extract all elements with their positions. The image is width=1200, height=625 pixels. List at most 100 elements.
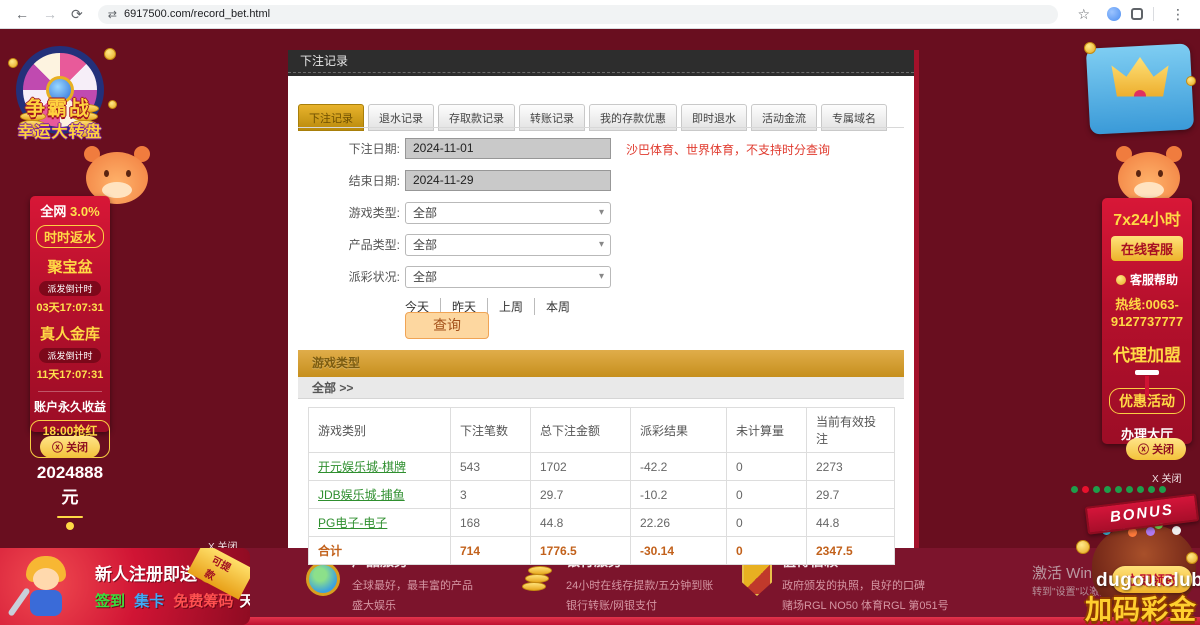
end-date-label: 结束日期: <box>324 170 400 192</box>
table-row: 开元娱乐城-棋牌 543 1702 -42.2 0 2273 <box>309 453 895 481</box>
coin-icon <box>1084 42 1096 54</box>
cell: 0 <box>727 509 807 537</box>
countdown-label: 派发倒计时 <box>39 348 100 363</box>
divider <box>298 127 904 128</box>
footer-line: 银行转账/网银支付 <box>566 597 713 613</box>
forward-icon[interactable]: → <box>43 6 57 22</box>
signup-bonus-banner[interactable]: 新人注册即送 17 元 签到 集卡 免费筹码 天天领 可提款 <box>0 548 250 625</box>
col-total-bet: 总下注金额 <box>531 408 631 453</box>
bet-record-panel: 下注记录 下注记录 退水记录 存取款记录 转账记录 我的存款优惠 即时退水 活动… <box>288 50 914 548</box>
footer-line: 盛大娱乐 <box>352 597 473 613</box>
col-payout-result: 派彩结果 <box>631 408 727 453</box>
table-row: JDB娱乐城-捕鱼 3 29.7 -10.2 0 29.7 <box>309 481 895 509</box>
countdown-label: 派发倒计时 <box>39 281 100 296</box>
account-earnings-label: 账户永久收益 <box>34 398 106 415</box>
close-rebate-banner-button[interactable]: ⓧ 关闭 <box>40 436 100 458</box>
rebate-promo-banner[interactable]: 全网 3.0% 时时返水 聚宝盆 派发倒计时 03天17:07:31 真人金库 … <box>30 196 110 432</box>
chevron-down-icon: ▾ <box>599 267 604 287</box>
table-total-row: 合计 714 1776.5 -30.14 0 2347.5 <box>309 537 895 565</box>
battle-event-title[interactable]: 争霸战 <box>0 92 116 121</box>
back-icon[interactable]: ← <box>15 6 29 22</box>
filter-all-link[interactable]: 全部 >> <box>298 377 904 399</box>
online-service-button[interactable]: 在线客服 <box>1111 236 1183 261</box>
cell: 714 <box>451 537 531 565</box>
footer-line: 政府颁发的执照，良好的口碑 <box>782 577 949 593</box>
product-type-label: 产品类型: <box>324 234 400 256</box>
cell: 543 <box>451 453 531 481</box>
battle-event-banner[interactable] <box>1082 42 1198 142</box>
coins-icon <box>522 562 558 598</box>
sports-query-note: 沙巴体育、世界体育，不支持时分查询 <box>626 141 830 158</box>
game-category-link[interactable]: PG电子-电子 <box>318 516 387 530</box>
query-button[interactable]: 查询 <box>405 312 489 339</box>
countdown-timer: 03天17:07:31 <box>36 299 103 315</box>
treasure-pot-title: 聚宝盆 <box>47 256 92 277</box>
start-date-label: 下注日期: <box>324 138 400 160</box>
site-settings-icon[interactable]: ⇄ <box>108 8 117 21</box>
content-scroll-edge[interactable] <box>914 50 919 548</box>
pager-dot[interactable] <box>1126 486 1133 493</box>
payout-status-select[interactable]: 全部 ▾ <box>405 266 611 288</box>
col-valid-bets: 当前有效投注 <box>807 408 895 453</box>
countdown-timer: 11天17:07:31 <box>37 366 104 382</box>
footer-line: 全球最好，最丰富的产品 <box>352 577 473 593</box>
customer-service-banner[interactable]: 7x24小时 在线客服 客服帮助 热线:0063- 9127737777 代理加… <box>1102 198 1192 444</box>
cell: -10.2 <box>631 481 727 509</box>
pager-dot[interactable] <box>1071 486 1078 493</box>
translate-globe-icon[interactable] <box>1107 7 1121 21</box>
pager-dot[interactable] <box>1137 486 1144 493</box>
col-uncounted: 未计算量 <box>727 408 807 453</box>
bet-summary-table: 游戏类别 下注笔数 总下注金额 派彩结果 未计算量 当前有效投注 开元娱乐城-棋… <box>308 407 895 565</box>
cell: 2347.5 <box>807 537 895 565</box>
hotline-number: 9127737777 <box>1111 314 1183 329</box>
red-envelope-image <box>57 516 83 518</box>
selected-value: 全部 <box>413 238 437 252</box>
section-header-game-type: 游戏类型 <box>298 350 904 377</box>
service-hours-label: 7x24小时 <box>1113 206 1181 230</box>
pager-dot[interactable] <box>1082 486 1089 493</box>
cell: 开元娱乐城-棋牌 <box>309 453 451 481</box>
cell: 1702 <box>531 453 631 481</box>
footer-line: 24小时在线存提款/五分钟到账 <box>566 577 713 593</box>
cell: -42.2 <box>631 453 727 481</box>
screen: ← → ⟳ ⇄ 6917500.com/record_bet.html ☆ ⋮ … <box>0 0 1200 625</box>
footer-line: 赌场RGL NO50 体育RGL 第051号 <box>782 597 949 613</box>
pager-dot[interactable] <box>1093 486 1100 493</box>
coin-icon <box>104 48 116 60</box>
jackpot-bonus-title: 加码彩金 <box>1080 588 1200 625</box>
mascot-character-image <box>14 556 86 622</box>
pager-dot[interactable] <box>1104 486 1111 493</box>
quick-link-last-week[interactable]: 上周 <box>487 298 534 315</box>
quick-link-this-week[interactable]: 本周 <box>534 298 581 315</box>
reload-icon[interactable]: ⟳ <box>71 6 83 23</box>
lucky-wheel-title[interactable]: 幸运大转盘 <box>0 118 120 142</box>
close-service-banner-button[interactable]: ⓧ 关闭 <box>1126 438 1186 460</box>
browser-menu-icon[interactable]: ⋮ <box>1171 6 1185 23</box>
coin-icon <box>1186 552 1198 564</box>
bookmark-star-icon[interactable]: ☆ <box>1077 6 1090 23</box>
table-header-row: 游戏类别 下注笔数 总下注金额 派彩结果 未计算量 当前有效投注 <box>309 408 895 453</box>
address-bar[interactable]: ⇄ 6917500.com/record_bet.html <box>98 5 1059 24</box>
cell: 29.7 <box>531 481 631 509</box>
cell: 1776.5 <box>531 537 631 565</box>
cell: 168 <box>451 509 531 537</box>
game-category-link[interactable]: JDB娱乐城-捕鱼 <box>318 488 405 502</box>
agent-join-label[interactable]: 代理加盟 <box>1113 341 1181 366</box>
extensions-icon[interactable] <box>1131 8 1143 20</box>
start-date-input[interactable]: 2024-11-01 <box>405 138 611 159</box>
game-type-select[interactable]: 全部 ▾ <box>405 202 611 224</box>
panel-title: 下注记录 <box>288 50 914 76</box>
col-game-category: 游戏类别 <box>309 408 451 453</box>
url-text[interactable]: 6917500.com/record_bet.html <box>124 8 270 20</box>
pager-dot[interactable] <box>1115 486 1122 493</box>
payout-status-label: 派彩状况: <box>324 266 400 288</box>
game-category-link[interactable]: 开元娱乐城-棋牌 <box>318 460 406 474</box>
selected-value: 全部 <box>413 206 437 220</box>
chevron-down-icon: ▾ <box>599 235 604 255</box>
browser-chrome: ← → ⟳ ⇄ 6917500.com/record_bet.html ☆ ⋮ <box>0 0 1200 29</box>
end-date-input[interactable]: 2024-11-29 <box>405 170 611 191</box>
pager-dot[interactable] <box>1148 486 1155 493</box>
close-bonus-button[interactable]: X 关闭 <box>1152 470 1181 485</box>
pager-dot[interactable] <box>1159 486 1166 493</box>
product-type-select[interactable]: 全部 ▾ <box>405 234 611 256</box>
